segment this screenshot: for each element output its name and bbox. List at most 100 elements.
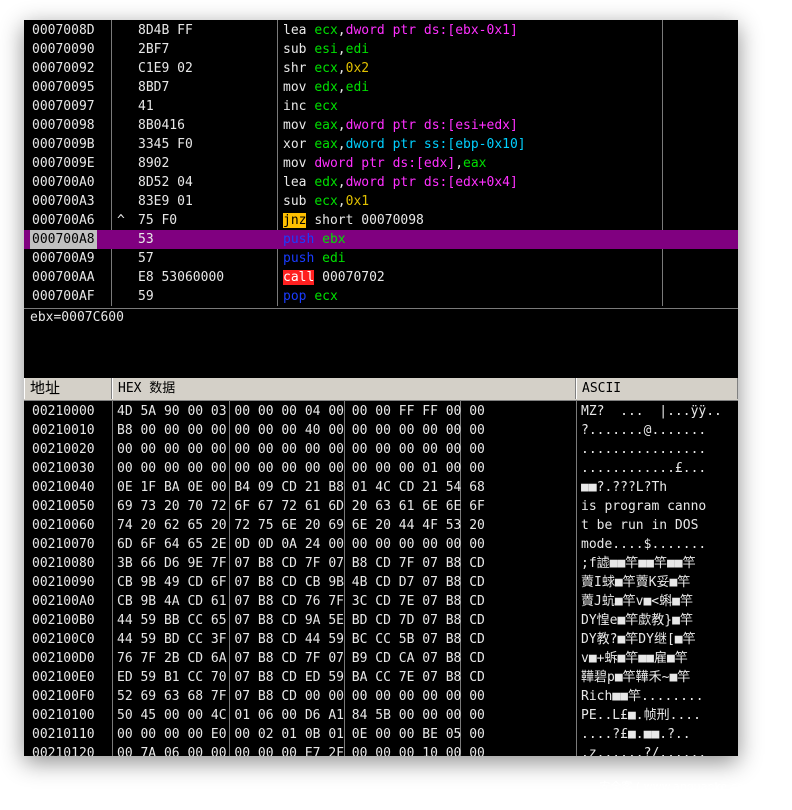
dump-address: 00210040 bbox=[32, 480, 95, 495]
dump-ascii: ....?£■.■■.?.. bbox=[581, 727, 691, 742]
dump-row[interactable]: 002100E0 ED 59 B1 CC 70 07 B8 CD ED 59 BA… bbox=[24, 668, 738, 687]
dump-hex-bytes: 6D 6F 64 65 2E 0D 0D 0A 24 00 00 00 00 0… bbox=[117, 537, 485, 552]
operand: , bbox=[337, 194, 346, 209]
disasm-row[interactable]: 000700A9 57 push edi bbox=[24, 249, 738, 268]
disasm-row[interactable]: 000700AA E8 53060000 call 00070702 bbox=[24, 268, 738, 287]
instruction-bytes: 41 bbox=[138, 99, 154, 114]
dump-row[interactable]: 002100D0 76 7F 2B CD 6A 07 B8 CD 7F 07 B9… bbox=[24, 649, 738, 668]
dump-hex-bytes: 4D 5A 90 00 03 00 00 00 04 00 00 00 FF F… bbox=[117, 404, 485, 419]
debugger-window: 0007008D 8D4B FF lea ecx,dword ptr ds:[ebx… bbox=[24, 20, 738, 756]
operand: dword ptr ds:[ebx-0x1] bbox=[345, 23, 518, 38]
column-header-address[interactable]: 地址 bbox=[24, 378, 112, 399]
instruction-address: 000700A3 bbox=[32, 194, 95, 209]
column-header-ascii[interactable]: ASCII bbox=[576, 378, 738, 399]
dump-address: 00210090 bbox=[32, 575, 95, 590]
dump-hex-bytes: CB 9B 4A CD 61 07 B8 CD 76 7F 3C CD 7E 0… bbox=[117, 594, 485, 609]
dump-hex-bytes: 00 00 00 00 E0 00 02 01 0B 01 0E 00 00 B… bbox=[117, 727, 485, 742]
dump-ascii: ;f譃■■竿■■竿■■竿 bbox=[581, 556, 696, 571]
dump-row[interactable]: 00210090 CB 9B 49 CD 6F 07 B8 CD CB 9B 4B… bbox=[24, 573, 738, 592]
dump-hex-bytes: B8 00 00 00 00 00 00 00 40 00 00 00 00 0… bbox=[117, 423, 485, 438]
instruction-bytes: 8B0416 bbox=[138, 118, 185, 133]
disasm-row[interactable]: 000700AF 59 pop ecx bbox=[24, 287, 738, 306]
mnemonic: lea bbox=[283, 23, 307, 38]
dump-row[interactable]: 00210100 50 45 00 00 4C 01 06 00 D6 A1 84… bbox=[24, 706, 738, 725]
instruction-bytes: 83E9 01 bbox=[138, 194, 193, 209]
operand: , bbox=[337, 118, 346, 133]
column-header-hex[interactable]: HEX 数据 bbox=[112, 378, 576, 399]
dump-row[interactable]: 00210000 4D 5A 90 00 03 00 00 00 04 00 00… bbox=[24, 402, 738, 421]
hex-dump-pane[interactable]: 地址 HEX 数据 ASCII 00210000 4D 5A 90 00 03 0… bbox=[24, 378, 738, 756]
dump-ascii: 藚I蛷■竿藚K妥■竿 bbox=[581, 575, 691, 590]
instruction-bytes: C1E9 02 bbox=[138, 61, 193, 76]
disasm-row[interactable]: 000700A6 ^ 75 F0 jnz short 00070098 bbox=[24, 211, 738, 230]
dump-row[interactable]: 00210040 0E 1F BA 0E 00 B4 09 CD 21 B8 01… bbox=[24, 478, 738, 497]
dump-hex-bytes: ED 59 B1 CC 70 07 B8 CD ED 59 BA CC 7E 0… bbox=[117, 670, 485, 685]
mnemonic: jnz bbox=[283, 213, 307, 228]
dump-hex-bytes: 50 45 00 00 4C 01 06 00 D6 A1 84 5B 00 0… bbox=[117, 708, 485, 723]
disasm-row[interactable]: 0007009E 8902 mov dword ptr ds:[edx],eax bbox=[24, 154, 738, 173]
disasm-row[interactable]: 0007008D 8D4B FF lea ecx,dword ptr ds:[ebx… bbox=[24, 21, 738, 40]
instruction-text: lea ecx,dword ptr ds:[ebx-0x1] bbox=[283, 21, 518, 40]
operand: , bbox=[455, 156, 464, 171]
instruction-address: 000700AF bbox=[32, 289, 95, 304]
dump-ascii: is program canno bbox=[581, 499, 707, 514]
dump-address: 002100F0 bbox=[32, 689, 95, 704]
disasm-row[interactable]: 00070090 2BF7 sub esi,edi bbox=[24, 40, 738, 59]
instruction-text: sub esi,edi bbox=[283, 40, 369, 59]
dump-row[interactable]: 00210020 00 00 00 00 00 00 00 00 00 00 00… bbox=[24, 440, 738, 459]
operand: short 00070098 bbox=[314, 213, 424, 228]
disasm-row[interactable]: 000700A0 8D52 04 lea edx,dword ptr ds:[edx… bbox=[24, 173, 738, 192]
instruction-bytes: 3345 F0 bbox=[138, 137, 193, 152]
disasm-row[interactable]: 00070098 8B0416 mov eax,dword ptr ds:[esi+… bbox=[24, 116, 738, 135]
dump-hex-bytes: 0E 1F BA 0E 00 B4 09 CD 21 B8 01 4C CD 2… bbox=[117, 480, 485, 495]
instruction-address: 000700A6 bbox=[32, 213, 95, 228]
instruction-text: push ebx bbox=[283, 230, 346, 249]
instruction-address: 0007009E bbox=[32, 156, 95, 171]
dump-address: 00210000 bbox=[32, 404, 95, 419]
dump-row[interactable]: 002100A0 CB 9B 4A CD 61 07 B8 CD 76 7F 3C… bbox=[24, 592, 738, 611]
dump-ascii: MZ? ... |...ÿÿ.. bbox=[581, 404, 722, 419]
instruction-bytes: 2BF7 bbox=[138, 42, 170, 57]
disasm-row[interactable]: 0007009B 3345 F0 xor eax,dword ptr ss:[ebp… bbox=[24, 135, 738, 154]
dump-ascii: mode....$....... bbox=[581, 537, 707, 552]
disasm-row[interactable]: 00070095 8BD7 mov edx,edi bbox=[24, 78, 738, 97]
dump-row[interactable]: 00210050 69 73 20 70 72 6F 67 72 61 6D 20… bbox=[24, 497, 738, 516]
dump-row[interactable]: 00210010 B8 00 00 00 00 00 00 00 40 00 00… bbox=[24, 421, 738, 440]
dump-hex-bytes: 44 59 BB CC 65 07 B8 CD 9A 5E BD CD 7D 0… bbox=[117, 613, 485, 628]
dump-ascii: 鞾碧p■竿鞾禾~■竿 bbox=[581, 670, 691, 685]
dump-row[interactable]: 002100F0 52 69 63 68 7F 07 B8 CD 00 00 00… bbox=[24, 687, 738, 706]
mnemonic: mov bbox=[283, 118, 307, 133]
watermark: 安全客 ( www.anquanke.com ) bbox=[599, 780, 762, 793]
dump-address: 002100E0 bbox=[32, 670, 95, 685]
instruction-bytes: 53 bbox=[138, 232, 154, 247]
dump-row[interactable]: 00210080 3B 66 D6 9E 7F 07 B8 CD 7F 07 B8… bbox=[24, 554, 738, 573]
instruction-bytes: 8D4B FF bbox=[138, 23, 193, 38]
operand: 0x1 bbox=[345, 194, 370, 209]
instruction-text: xor eax,dword ptr ss:[ebp-0x10] bbox=[283, 135, 526, 154]
instruction-address: 00070097 bbox=[32, 99, 95, 114]
dump-hex-bytes: 3B 66 D6 9E 7F 07 B8 CD 7F 07 B8 CD 7F 0… bbox=[117, 556, 485, 571]
operand: dword ptr ds:[edx+0x4] bbox=[345, 175, 518, 190]
dump-row[interactable]: 00210120 00 7A 06 00 00 00 00 00 E7 2F 00… bbox=[24, 744, 738, 756]
operand: edi bbox=[345, 42, 370, 57]
dump-row[interactable]: 00210060 74 20 62 65 20 72 75 6E 20 69 6E… bbox=[24, 516, 738, 535]
operand: edi bbox=[345, 80, 370, 95]
dump-address: 002100C0 bbox=[32, 632, 95, 647]
operand: dword ptr ds:[esi+edx] bbox=[345, 118, 518, 133]
disasm-row[interactable]: 000700A8 53 push ebx bbox=[24, 230, 738, 249]
dump-row[interactable]: 00210030 00 00 00 00 00 00 00 00 00 00 00… bbox=[24, 459, 738, 478]
disasm-row[interactable]: 00070097 41 inc ecx bbox=[24, 97, 738, 116]
instruction-text: jnz short 00070098 bbox=[283, 211, 424, 230]
disasm-row[interactable]: 000700A3 83E9 01 sub ecx,0x1 bbox=[24, 192, 738, 211]
dump-row[interactable]: 002100B0 44 59 BB CC 65 07 B8 CD 9A 5E BD… bbox=[24, 611, 738, 630]
dump-row[interactable]: 00210070 6D 6F 64 65 2E 0D 0D 0A 24 00 00… bbox=[24, 535, 738, 554]
info-pane: ebx=0007C600 bbox=[24, 308, 738, 377]
disassembly-pane[interactable]: 0007008D 8D4B FF lea ecx,dword ptr ds:[ebx… bbox=[24, 20, 738, 306]
dump-ascii: Rich■■竿........ bbox=[581, 689, 704, 704]
operand: eax bbox=[463, 156, 487, 171]
instruction-address: 0007009B bbox=[32, 137, 95, 152]
dump-row[interactable]: 002100C0 44 59 BD CC 3F 07 B8 CD 44 59 BC… bbox=[24, 630, 738, 649]
dump-row[interactable]: 00210110 00 00 00 00 E0 00 02 01 0B 01 0E… bbox=[24, 725, 738, 744]
operand: eax bbox=[314, 118, 338, 133]
disasm-row[interactable]: 00070092 C1E9 02 shr ecx,0x2 bbox=[24, 59, 738, 78]
